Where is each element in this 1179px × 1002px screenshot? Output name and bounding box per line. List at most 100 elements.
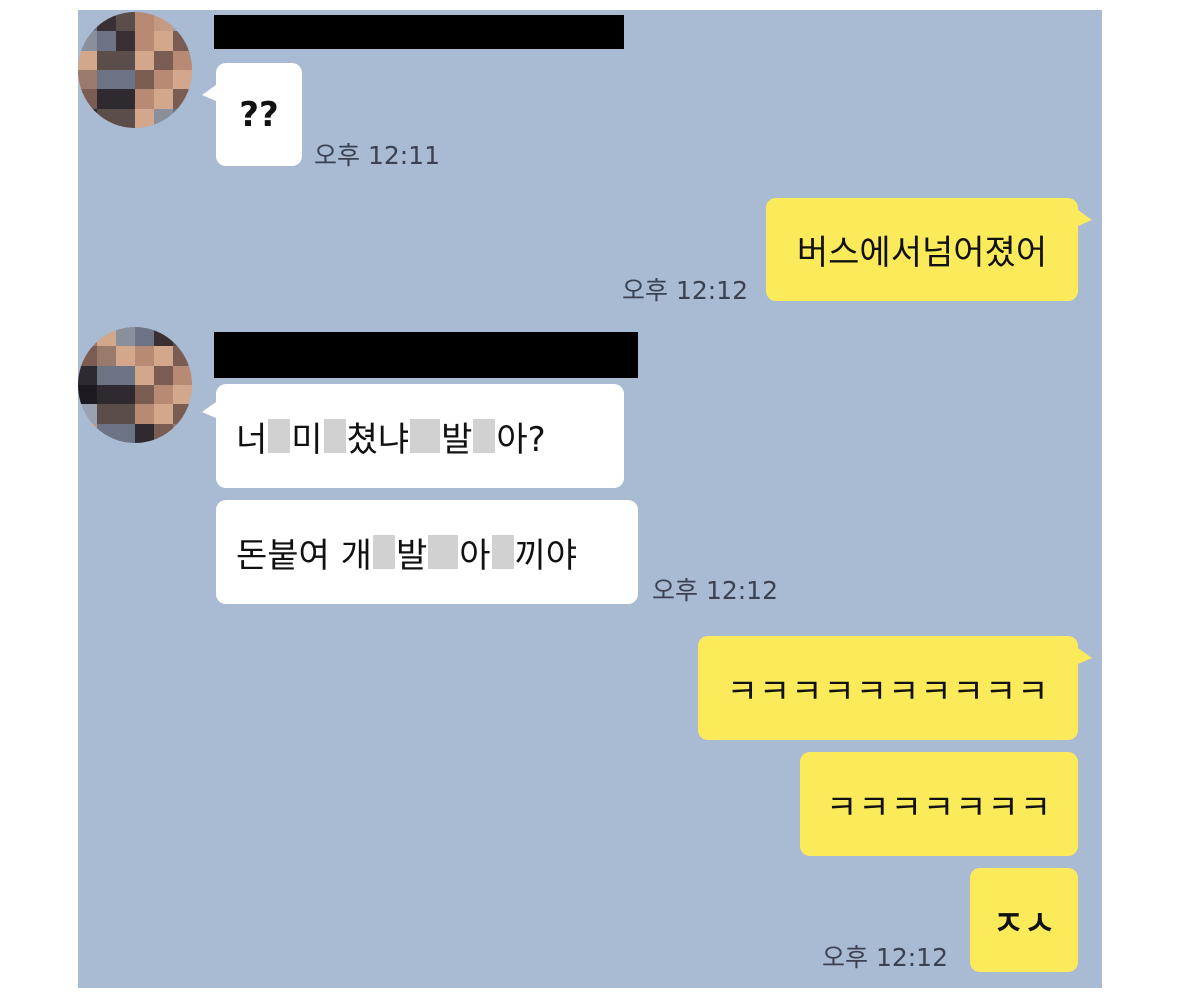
avatar-pixel [135, 89, 154, 109]
avatar-pixel [173, 31, 192, 51]
avatar-pixel [116, 385, 135, 405]
avatar-pixel [97, 89, 116, 109]
message-text-part: 미 [291, 419, 323, 460]
avatar-pixel [154, 423, 173, 443]
message-text-part: 쳤냐 [346, 419, 410, 460]
avatar-pixel [116, 346, 135, 366]
message-text-part: 아 [459, 535, 491, 576]
avatar-pixel [116, 89, 135, 109]
avatar-pixel [154, 89, 173, 109]
avatar-pixel [78, 404, 97, 424]
avatar-pixel [135, 346, 154, 366]
message-text-part: 발 [441, 419, 473, 460]
bubble-tail [202, 85, 216, 101]
incoming-message-bubble[interactable]: ?? [216, 63, 302, 166]
avatar-pixel [97, 423, 116, 443]
incoming-message-bubble[interactable]: 너 미 쳤냐 발 아? [216, 384, 624, 488]
message-time: 오후 12:12 [622, 276, 748, 305]
mosaic-censor [491, 535, 514, 569]
avatar-pixel [154, 70, 173, 90]
avatar-pixel [154, 404, 173, 424]
avatar-pixel [173, 404, 192, 424]
avatar-pixel [173, 346, 192, 366]
avatar-pixel [154, 108, 173, 128]
avatar-pixel [97, 108, 116, 128]
bubble-tail [1078, 648, 1092, 664]
sender-avatar[interactable] [78, 327, 192, 443]
outgoing-message-bubble[interactable]: 버스에서넘어졌어 [766, 198, 1078, 301]
message-time: 오후 12:11 [314, 141, 440, 170]
avatar-pixel [78, 31, 97, 51]
chat-area[interactable]: ?? 오후 12:11 오후 12:12 버스에서넘어졌어 너 미 쳤냐 발 아… [78, 10, 1102, 988]
avatar-pixel [78, 70, 97, 90]
avatar-pixel [116, 423, 135, 443]
avatar-pixel [154, 50, 173, 70]
avatar-pixel [173, 108, 192, 128]
avatar-pixel [97, 12, 116, 32]
avatar-pixel [78, 385, 97, 405]
avatar-pixel [173, 327, 192, 347]
mosaic-censor [428, 535, 459, 569]
bubble-tail [202, 402, 216, 418]
message-text: 버스에서넘어졌어 [796, 233, 1048, 273]
avatar-pixel [78, 108, 97, 128]
message-text-part: 돈붙여 개 [236, 535, 372, 576]
avatar-pixel [135, 404, 154, 424]
avatar-pixel [173, 423, 192, 443]
avatar-pixel [78, 12, 97, 32]
avatar-pixel [97, 385, 116, 405]
message-time: 오후 12:12 [652, 576, 778, 605]
avatar-pixel [78, 346, 97, 366]
avatar-pixel [116, 327, 135, 347]
avatar-pixel [97, 50, 116, 70]
mosaic-censor [372, 535, 395, 569]
avatar-pixel [97, 346, 116, 366]
avatar-pixel [135, 12, 154, 32]
outgoing-message-bubble[interactable]: ㅋㅋㅋㅋㅋㅋㅋㅋㅋㅋ [698, 636, 1078, 740]
avatar-pixel [154, 327, 173, 347]
avatar-pixel [135, 108, 154, 128]
mosaic-censor [268, 419, 291, 453]
message-time: 오후 12:12 [822, 943, 948, 972]
avatar-pixel [173, 89, 192, 109]
avatar-pixel [173, 12, 192, 32]
avatar-pixel [135, 70, 154, 90]
message-text: ?? [239, 94, 279, 135]
avatar-pixel [116, 12, 135, 32]
avatar-pixel [97, 404, 116, 424]
message-text-part: 발 [395, 535, 428, 576]
avatar-pixel [173, 385, 192, 405]
avatar-pixel [78, 89, 97, 109]
avatar-pixel [116, 70, 135, 90]
mosaic-censor [323, 419, 346, 453]
sender-avatar[interactable] [78, 12, 192, 128]
avatar-pixel [135, 385, 154, 405]
redacted-sender-name [214, 15, 624, 49]
avatar-pixel [173, 70, 192, 90]
incoming-message-bubble[interactable]: 돈붙여 개 발 아 끼야 [216, 500, 638, 604]
avatar-pixel [154, 12, 173, 32]
avatar-pixel [154, 346, 173, 366]
redacted-sender-name [214, 332, 638, 378]
avatar-pixel [97, 365, 116, 385]
avatar-pixel [97, 327, 116, 347]
avatar-pixel [173, 365, 192, 385]
mosaic-censor [473, 419, 496, 453]
message-text-part: 아? [496, 419, 546, 460]
outgoing-message-bubble[interactable]: ㅈㅅ [970, 868, 1078, 972]
avatar-pixel [116, 50, 135, 70]
avatar-pixel [116, 31, 135, 51]
avatar-pixel [135, 365, 154, 385]
avatar-pixel [154, 385, 173, 405]
avatar-pixel [154, 31, 173, 51]
avatar-pixel [78, 423, 97, 443]
message-text: ㅈㅅ [992, 903, 1056, 944]
mosaic-censor [410, 419, 441, 453]
bubble-tail [1078, 210, 1092, 226]
avatar-pixel [154, 365, 173, 385]
message-text: ㅋㅋㅋㅋㅋㅋㅋ [826, 787, 1052, 828]
outgoing-message-bubble[interactable]: ㅋㅋㅋㅋㅋㅋㅋ [800, 752, 1078, 856]
avatar-pixel [78, 365, 97, 385]
avatar-pixel [78, 50, 97, 70]
avatar-pixel [116, 404, 135, 424]
